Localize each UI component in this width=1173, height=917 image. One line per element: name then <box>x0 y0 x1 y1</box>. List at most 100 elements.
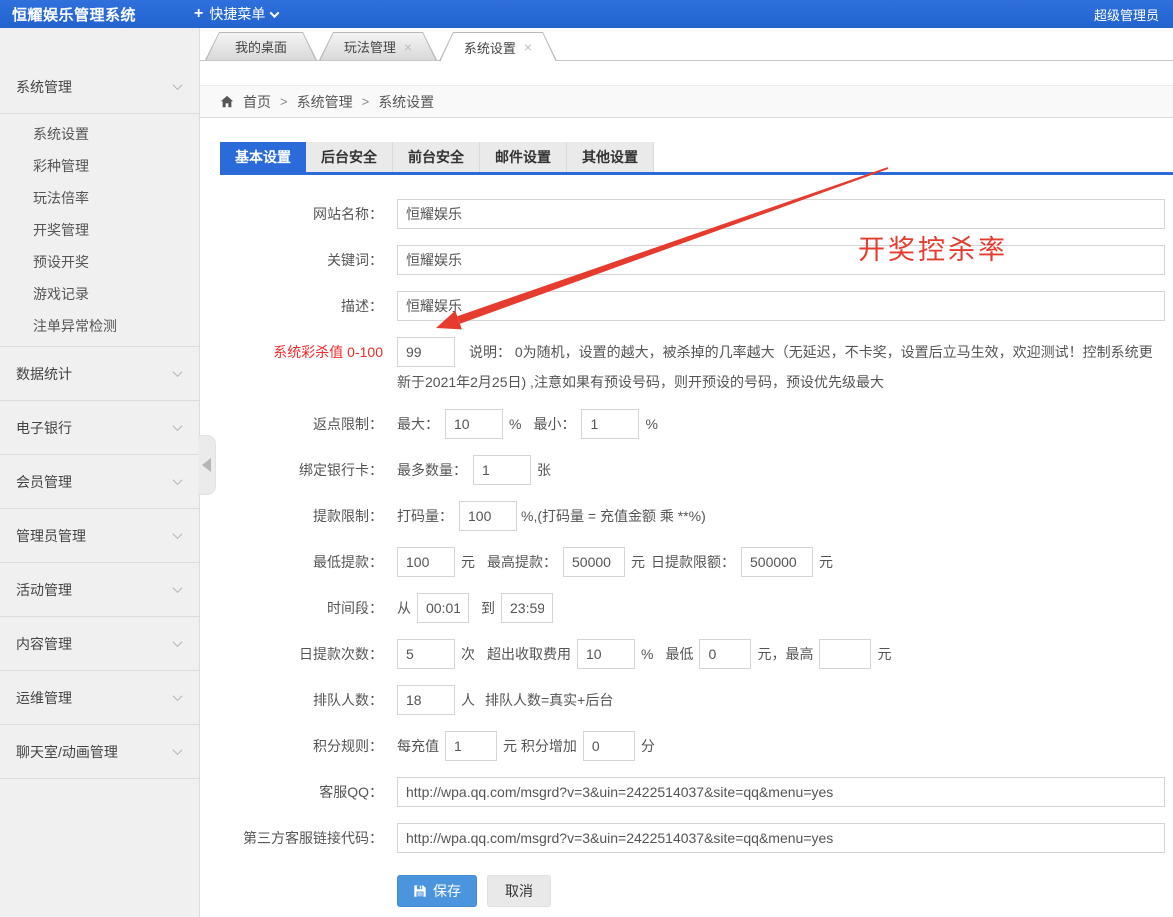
from-label: 从 <box>397 593 411 623</box>
site-name-input[interactable] <box>397 199 1165 229</box>
sidebar-item-system-management[interactable]: 系统管理 <box>0 60 199 114</box>
close-icon[interactable]: × <box>524 40 532 54</box>
daily-limit-input[interactable] <box>741 547 813 577</box>
sidebar-item-label: 内容管理 <box>16 634 72 654</box>
current-user-button[interactable]: 超级管理员 <box>1094 5 1173 24</box>
time-period-label: 时间段： <box>220 593 383 623</box>
fee-min-label: 最低 <box>665 639 693 669</box>
window-tab-play-management[interactable]: 玩法管理 × <box>319 32 437 60</box>
sidebar-item-lottery-management[interactable]: 彩种管理 <box>0 150 199 182</box>
cancel-button[interactable]: 取消 <box>487 875 551 907</box>
window-tabstrip: 我的桌面 玩法管理 × 系统设置 × <box>200 28 1173 61</box>
tab-basic-settings[interactable]: 基本设置 <box>220 142 306 172</box>
tab-label: 玩法管理 <box>344 37 396 56</box>
sidebar-item-member-management[interactable]: 会员管理 <box>0 455 199 509</box>
service-qq-input[interactable] <box>397 777 1165 807</box>
save-button[interactable]: 保存 <box>397 875 477 907</box>
yuan-unit: 元 <box>819 547 833 577</box>
kill-rate-input[interactable] <box>397 337 455 367</box>
queue-note: 排队人数=真实+后台 <box>485 685 613 715</box>
sidebar-item-play-odds[interactable]: 玩法倍率 <box>0 182 199 214</box>
per-recharge-input[interactable] <box>445 731 497 761</box>
chevron-down-icon <box>173 529 183 539</box>
save-icon <box>413 884 427 898</box>
form-row-daily-withdraw-times: 日提款次数： 次 超出收取费用 % 最低 元，最高 元 <box>220 639 1173 669</box>
withdraw-times-label: 日提款次数： <box>220 639 383 669</box>
breadcrumb-separator: > <box>280 94 288 109</box>
sidebar-submenu-system: 系统设置 彩种管理 玩法倍率 开奖管理 预设开奖 游戏记录 注单异常检测 <box>0 114 199 347</box>
sidebar-item-e-banking[interactable]: 电子银行 <box>0 401 199 455</box>
quick-menu-button[interactable]: + 快捷菜单 <box>194 4 278 24</box>
time-to-input[interactable] <box>501 593 553 623</box>
bank-qty-label: 最多数量： <box>397 455 467 485</box>
sidebar-item-bet-anomaly-detection[interactable]: 注单异常检测 <box>0 310 199 342</box>
sidebar-item-preset-draw[interactable]: 预设开奖 <box>0 246 199 278</box>
breadcrumb-page[interactable]: 系统设置 <box>378 92 434 112</box>
times-unit: 次 <box>461 639 475 669</box>
tab-other-settings[interactable]: 其他设置 <box>567 142 654 172</box>
form-row-time-period: 时间段： 从 到 <box>220 593 1173 623</box>
withdraw-times-input[interactable] <box>397 639 455 669</box>
excess-fee-label: 超出收取费用 <box>487 639 571 669</box>
sidebar-item-system-settings[interactable]: 系统设置 <box>0 118 199 150</box>
rebate-min-input[interactable] <box>581 409 639 439</box>
breadcrumb-home[interactable]: 首页 <box>243 92 271 112</box>
sidebar-item-admin-management[interactable]: 管理员管理 <box>0 509 199 563</box>
sidebar-item-activity-management[interactable]: 活动管理 <box>0 563 199 617</box>
breadcrumb-section[interactable]: 系统管理 <box>297 92 353 112</box>
points-unit: 分 <box>641 731 655 761</box>
bank-qty-input[interactable] <box>473 455 531 485</box>
tab-frontend-security[interactable]: 前台安全 <box>393 142 480 172</box>
form-row-points-rule: 积分规则： 每充值 元 积分增加 分 <box>220 731 1173 761</box>
fee-mid-label: 元，最高 <box>757 639 813 669</box>
queue-label: 排队人数： <box>220 685 383 715</box>
sidebar-item-data-statistics[interactable]: 数据统计 <box>0 347 199 401</box>
sidebar-item-content-management[interactable]: 内容管理 <box>0 617 199 671</box>
excess-fee-input[interactable] <box>577 639 635 669</box>
sidebar: 系统管理 系统设置 彩种管理 玩法倍率 开奖管理 预设开奖 游戏记录 注单异常检… <box>0 28 200 917</box>
form-row-queue-count: 排队人数： 人 排队人数=真实+后台 <box>220 685 1173 715</box>
min-withdraw-input[interactable] <box>397 547 455 577</box>
plus-icon: + <box>194 6 203 22</box>
tab-backend-security[interactable]: 后台安全 <box>306 142 393 172</box>
withdraw-limit-label: 提款限制： <box>220 501 383 531</box>
tab-mail-settings[interactable]: 邮件设置 <box>480 142 567 172</box>
third-party-link-input[interactable] <box>397 823 1165 853</box>
description-label: 描述： <box>220 291 383 321</box>
min-withdraw-label: 最低提款： <box>220 547 383 577</box>
quick-menu-label: 快捷菜单 <box>209 4 265 24</box>
window-tab-system-settings[interactable]: 系统设置 × <box>439 32 557 61</box>
sidebar-item-chatroom-animation[interactable]: 聊天室/动画管理 <box>0 725 199 779</box>
sidebar-item-ops-management[interactable]: 运维管理 <box>0 671 199 725</box>
sidebar-item-label: 会员管理 <box>16 472 72 492</box>
sidebar-item-game-records[interactable]: 游戏记录 <box>0 278 199 310</box>
form-row-keywords: 关键词： <box>220 245 1173 275</box>
sidebar-collapse-handle[interactable] <box>198 435 216 495</box>
per-recharge-label: 每充值 <box>397 731 439 761</box>
dama-input[interactable] <box>459 501 517 531</box>
description-input[interactable] <box>397 291 1165 321</box>
tab-label: 系统设置 <box>464 38 516 57</box>
home-icon <box>220 95 234 109</box>
queue-input[interactable] <box>397 685 455 715</box>
fee-min-input[interactable] <box>699 639 751 669</box>
close-icon[interactable]: × <box>404 40 412 54</box>
window-tab-my-desktop[interactable]: 我的桌面 <box>205 32 317 60</box>
rebate-max-input[interactable] <box>445 409 503 439</box>
sidebar-item-draw-management[interactable]: 开奖管理 <box>0 214 199 246</box>
form-row-description: 描述： <box>220 291 1173 321</box>
form-actions: 保存 取消 <box>397 875 1173 907</box>
dama-label: 打码量： <box>397 501 453 531</box>
max-withdraw-input[interactable] <box>563 547 625 577</box>
keywords-input[interactable] <box>397 245 1165 275</box>
fee-max-input[interactable] <box>819 639 871 669</box>
form-row-kill-rate: 系统彩杀值 0-100 说明： 0为随机，设置的越大，被杀掉的几率越大（无延迟，… <box>220 337 1173 397</box>
yuan-unit: 元 <box>631 547 645 577</box>
top-header-bar: 恒耀娱乐管理系统 + 快捷菜单 超级管理员 <box>0 0 1173 28</box>
points-add-input[interactable] <box>583 731 635 761</box>
percent-unit: % <box>509 409 521 439</box>
time-from-input[interactable] <box>417 593 469 623</box>
rebate-max-label: 最大： <box>397 409 439 439</box>
collapse-left-icon <box>202 458 211 472</box>
sidebar-item-label: 系统管理 <box>16 77 72 97</box>
